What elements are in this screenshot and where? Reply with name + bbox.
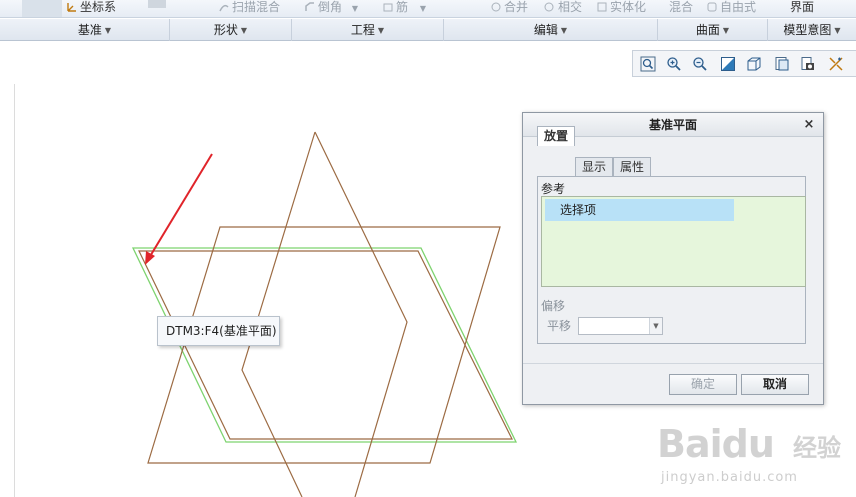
group-datum-label: 基准 (77, 23, 102, 37)
intersect-button[interactable]: 相交 (544, 0, 583, 17)
intersect-label: 相交 (558, 0, 583, 14)
chevron-down-icon[interactable]: ▼ (649, 318, 662, 334)
display-style-button[interactable] (797, 53, 819, 75)
chevron-down-icon: ▼ (240, 26, 248, 35)
blend-button[interactable]: 混合 (669, 0, 694, 17)
datum-display-icon (829, 57, 843, 71)
group-datum[interactable]: 基准 ▼ (20, 19, 170, 41)
chevron-down-icon: ▼ (560, 26, 568, 35)
dialog-footer: 确定 取消 (523, 363, 823, 404)
chamfer-button[interactable]: 倒角 ▼ (304, 0, 358, 17)
ribbon-group-bar: 基准 ▼ 形状 ▼ 工程 ▼ 编辑 ▼ 曲面 ▼ 模型意图 ▼ (0, 19, 856, 41)
translate-label: 平移 (547, 319, 572, 333)
group-surfaces-label: 曲面 (695, 23, 720, 37)
selection-tooltip: DTM3:F4(基准平面) (157, 316, 280, 346)
chevron-down-icon: ▼ (722, 26, 730, 35)
solidify-label: 实体化 (610, 0, 647, 14)
rib-label: 筋 (396, 0, 409, 14)
named-views-icon (775, 57, 789, 71)
annotation-arrow (148, 153, 213, 259)
coordinate-system-button[interactable]: 坐标系 (66, 0, 117, 17)
group-model-intent-label: 模型意图 (783, 23, 832, 37)
zoom-out-icon (693, 57, 707, 71)
swept-blend-button[interactable]: 扫描混合 (218, 0, 281, 17)
group-editing[interactable]: 编辑 ▼ (444, 19, 658, 41)
group-engineering[interactable]: 工程 ▼ (292, 19, 444, 41)
interface-label: 界面 (790, 0, 815, 14)
baidu-watermark: Baidu 经验 jingyan.baidu.com (653, 408, 853, 494)
cancel-button[interactable]: 取消 (741, 374, 809, 395)
tab-properties[interactable]: 属性 (613, 157, 651, 176)
repaint-icon (721, 57, 735, 71)
group-model-intent[interactable]: 模型意图 ▼ (768, 19, 856, 41)
chevron-down-icon: ▼ (419, 4, 426, 13)
tab-placement[interactable]: 放置 (537, 126, 575, 146)
rib-button[interactable]: 筋 ▼ (382, 0, 426, 17)
freestyle-icon (706, 1, 718, 13)
chevron-down-icon: ▼ (104, 26, 112, 35)
saved-views-button[interactable] (743, 53, 765, 75)
ribbon-cut-button[interactable] (148, 0, 166, 8)
rib-icon (382, 1, 394, 13)
swept-blend-label: 扫描混合 (232, 0, 281, 14)
chevron-down-icon: ▼ (377, 26, 385, 35)
close-button[interactable]: × (801, 117, 817, 133)
zoom-out-button[interactable] (689, 53, 711, 75)
ribbon-selected-button[interactable] (22, 0, 62, 17)
freestyle-button[interactable]: 自由式 (706, 0, 757, 17)
tab-display[interactable]: 显示 (575, 157, 613, 176)
coordinate-system-icon (66, 1, 78, 13)
translate-dropdown[interactable]: ▼ (578, 317, 663, 335)
zoom-in-button[interactable] (663, 53, 685, 75)
chevron-down-icon: ▼ (834, 26, 841, 35)
datum-plane-dialog: 基准平面 × 放置 显示 属性 参考 选择项 偏移 平移 ▼ 确定 取消 (522, 112, 824, 405)
group-engineering-label: 工程 (350, 23, 375, 37)
watermark-logo: Baidu (657, 422, 775, 466)
arrow-head-icon (145, 251, 155, 265)
freestyle-label: 自由式 (720, 0, 757, 14)
saved-views-icon (747, 57, 761, 71)
watermark-logo-suffix: 经验 (793, 434, 841, 462)
blend-label: 混合 (669, 0, 694, 14)
zoom-in-icon (667, 57, 681, 71)
group-shapes[interactable]: 形状 ▼ (170, 19, 292, 41)
reference-select-item[interactable]: 选择项 (545, 199, 734, 221)
merge-label: 合并 (504, 0, 529, 14)
watermark-url: jingyan.baidu.com (661, 470, 798, 485)
offset-label: 偏移 (541, 299, 566, 313)
merge-button[interactable]: 合并 (490, 0, 529, 17)
group-shapes-label: 形状 (213, 23, 238, 37)
view-toolbar (632, 50, 856, 77)
refit-button[interactable] (637, 53, 659, 75)
chevron-down-icon: ▼ (351, 4, 358, 13)
solidify-button[interactable]: 实体化 (596, 0, 647, 17)
intersect-icon (544, 1, 556, 13)
chamfer-icon (304, 1, 316, 13)
display-style-icon (801, 57, 814, 70)
app-window: 坐标系 扫描混合 倒角 ▼ 筋 ▼ 合并 相交 实体化 混合 自由式 界面 基准… (0, 0, 856, 497)
solidify-icon (596, 1, 608, 13)
references-collector[interactable]: 选择项 (541, 196, 806, 287)
ok-button[interactable]: 确定 (669, 374, 737, 395)
group-editing-label: 编辑 (533, 23, 558, 37)
references-label: 参考 (541, 182, 566, 196)
interface-button[interactable]: 界面 (790, 0, 815, 17)
refit-icon (640, 56, 656, 72)
merge-icon (490, 1, 502, 13)
coordinate-system-label: 坐标系 (80, 0, 117, 14)
datum-display-button[interactable] (825, 53, 847, 75)
chamfer-label: 倒角 (318, 0, 343, 14)
ribbon-command-row: 坐标系 扫描混合 倒角 ▼ 筋 ▼ 合并 相交 实体化 混合 自由式 界面 (0, 0, 856, 18)
swept-blend-icon (218, 1, 230, 13)
group-surfaces[interactable]: 曲面 ▼ (658, 19, 768, 41)
repaint-button[interactable] (717, 53, 739, 75)
named-views-button[interactable] (771, 53, 793, 75)
